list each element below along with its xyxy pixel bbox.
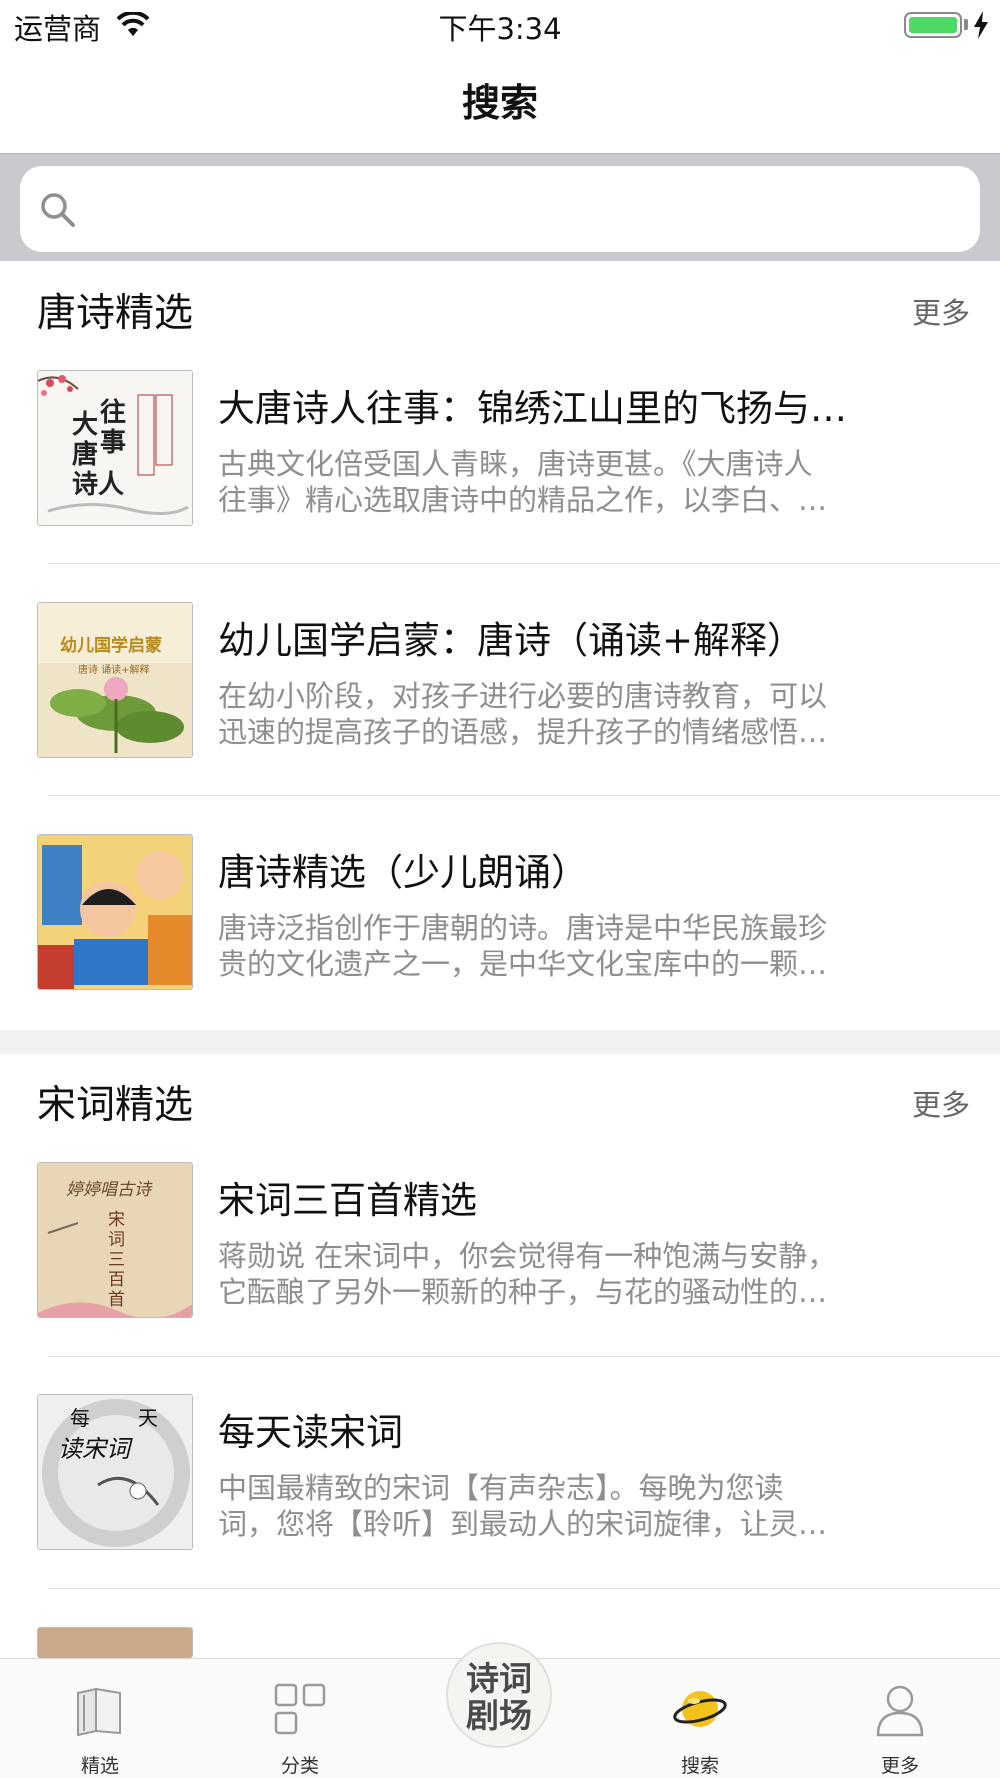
search-bar [0,153,1000,261]
status-time: 下午3:34 [438,12,562,46]
item-title: 大唐诗人往事：锦绣江山里的飞扬与… [218,387,847,430]
item-description: 中国最精致的宋词【有声杂志】。每晚为您读 词，您将【聆听】到最动人的宋词旋律，让… [218,1470,878,1542]
tab-label: 更多 [880,1755,919,1777]
theater-label-line: 剧场 [466,1696,532,1735]
status-bar: 运营商 下午3:34 [0,0,1000,50]
book-cover: 大 往 事 唐 诗人 [37,370,193,526]
svg-text:读宋词: 读宋词 [58,1435,133,1463]
battery-tip [964,19,968,30]
item-description: 在幼小阶段，对孩子进行必要的唐诗教育，可以 迅速的提高孩子的语感，提升孩子的情绪… [218,678,878,750]
section-separator [0,1030,1000,1054]
item-title: 宋词三百首精选 [218,1179,477,1222]
item-title: 唐诗精选（少儿朗诵） [218,851,588,894]
book-cover: 婷婷唱古诗 宋 词 三 百 首 [37,1162,193,1318]
list-item[interactable]: 大 往 事 唐 诗人 大唐诗人往事：锦绣江山里的飞扬与… 古典文化倍受国人青睐，… [0,370,1000,602]
section-title: 宋词精选 [37,1083,194,1128]
section-header-tangshi: 唐诗精选 更多 [0,262,1000,352]
desc-line: 贵的文化遗产之一，是中华文化宝库中的一颗… [218,947,828,981]
svg-text:唐诗 诵读+解释: 唐诗 诵读+解释 [78,663,150,676]
book-cover: 幼儿国学启蒙 唐诗 诵读+解释 [37,602,193,758]
divider [48,1356,1000,1357]
svg-text:天: 天 [138,1406,158,1430]
search-icon [41,193,75,227]
tab-category[interactable]: 分类 [240,1659,360,1778]
svg-text:每: 每 [70,1406,90,1430]
svg-text:大: 大 [72,410,98,440]
page-title: 搜索 [461,81,538,125]
tab-search[interactable]: 搜索 [640,1659,760,1778]
item-title: 每天读宋词 [218,1411,403,1454]
tab-label: 搜索 [680,1755,719,1777]
item-description: 唐诗泛指创作于唐朝的诗。唐诗是中华民族最珍 贵的文化遗产之一，是中华文化宝库中的… [218,910,878,982]
desc-line: 中国最精致的宋词【有声杂志】。每晚为您读 [218,1471,784,1505]
svg-text:诗人: 诗人 [72,470,124,500]
svg-text:词: 词 [108,1230,125,1250]
list-item[interactable]: 幼儿国学启蒙 唐诗 诵读+解释 幼儿国学启蒙：唐诗（诵读+解释） 在幼小阶段，对… [0,602,1000,834]
item-description: 蒋勋说 在宋词中，你会觉得有一种饱满与安静， 它酝酿了另外一颗新的种子，与花的骚… [218,1238,878,1310]
battery-icon [904,12,962,38]
desc-line: 往事》精心选取唐诗中的精品之作，以李白、… [218,483,828,517]
tab-featured[interactable]: 精选 [40,1659,160,1778]
theater-label-line: 诗词 [466,1659,532,1698]
item-title: 幼儿国学启蒙：唐诗（诵读+解释） [218,619,805,662]
book-icon [77,1687,121,1737]
section-header-songci: 宋词精选 更多 [0,1054,1000,1144]
tab-more[interactable]: 更多 [840,1659,960,1778]
theater-icon: 诗词 剧场 [448,1660,550,1734]
svg-text:宋: 宋 [108,1210,125,1230]
desc-line: 蒋勋说 在宋词中，你会觉得有一种饱满与安静， [218,1239,837,1273]
divider [48,1588,1000,1589]
desc-line: 它酝酿了另外一颗新的种子，与花的骚动性的… [218,1275,828,1309]
svg-text:唐: 唐 [72,439,98,470]
svg-text:往: 往 [100,397,126,428]
svg-text:三: 三 [108,1250,125,1270]
tab-label: 精选 [80,1755,119,1777]
desc-line: 唐诗泛指创作于唐朝的诗。唐诗是中华民族最珍 [218,911,828,945]
desc-line: 词，您将【聆听】到最动人的宋词旋律，让灵… [218,1507,828,1541]
svg-text:婷婷唱古诗: 婷婷唱古诗 [66,1180,153,1200]
tab-theater[interactable]: 诗词 剧场 [446,1642,552,1748]
svg-text:首: 首 [108,1290,125,1310]
svg-text:百: 百 [108,1270,125,1290]
book-cover [37,834,193,990]
more-link[interactable]: 更多 [912,1082,970,1124]
item-description: 古典文化倍受国人青睐，唐诗更甚。《大唐诗人 往事》精心选取唐诗中的精品之作，以李… [218,446,878,518]
desc-line: 在幼小阶段，对孩子进行必要的唐诗教育，可以 [218,679,828,713]
list-item[interactable]: 婷婷唱古诗 宋 词 三 百 首 宋词三百首精选 蒋勋说 在宋词中，你会觉得有一种… [0,1162,1000,1394]
divider [48,563,1000,564]
list-item[interactable]: 每 天 读宋词 每天读宋词 中国最精致的宋词【有声杂志】。每晚为您读 词，您将【… [0,1394,1000,1626]
desc-line: 迅速的提高孩子的语感，提升孩子的情绪感悟… [218,715,828,749]
more-link[interactable]: 更多 [912,290,970,332]
section-title: 唐诗精选 [37,291,194,336]
grid-icon [274,1683,326,1735]
planet-icon [673,1691,727,1727]
desc-line: 古典文化倍受国人青睐，唐诗更甚。《大唐诗人 [218,447,813,481]
book-cover: 每 天 读宋词 [37,1394,193,1550]
charging-bolt-icon [974,11,988,39]
divider [48,795,1000,796]
book-cover-partial [37,1627,193,1658]
tab-label: 分类 [280,1755,319,1777]
person-icon [876,1685,924,1737]
search-input[interactable] [20,166,980,252]
svg-text:事: 事 [100,428,126,458]
svg-text:幼儿国学启蒙: 幼儿国学启蒙 [60,635,162,656]
